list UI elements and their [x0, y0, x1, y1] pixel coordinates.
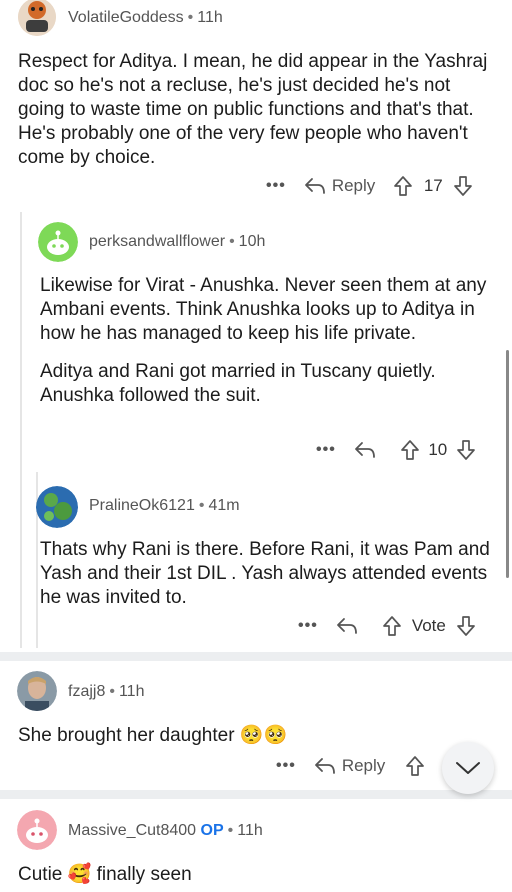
separator-dot: • [187, 9, 194, 26]
reply-button[interactable] [354, 441, 376, 459]
comment-actions: ••• Vote [298, 612, 494, 640]
vote-group: Vote [382, 615, 476, 637]
timestamp: 10h [238, 233, 266, 250]
username[interactable]: VolatileGoddess [68, 9, 184, 26]
username[interactable]: PralineOk6121 [89, 497, 195, 514]
comment-meta: fzajj8 • 11h [68, 683, 144, 701]
separator-dot: • [227, 822, 234, 839]
comment-volatilegoddess: VolatileGoddess • 11h Respect for Aditya. … [0, 0, 512, 210]
reply-button[interactable] [336, 617, 358, 635]
upvote-icon[interactable] [393, 175, 413, 197]
upvote-icon[interactable] [382, 615, 402, 637]
separator-dot: • [198, 497, 205, 514]
avatar[interactable] [38, 222, 78, 262]
comment-actions: ••• 10 [316, 436, 494, 464]
comment-text: She brought her daughter [18, 725, 235, 746]
comment-meta: PralineOk6121 • 41m [89, 497, 240, 515]
smiling-face-with-hearts-emoji: 🥰 [67, 864, 92, 885]
downvote-icon[interactable] [456, 439, 476, 461]
comment-divider [0, 652, 512, 661]
timestamp: 11h [237, 822, 263, 839]
comment-meta: perksandwallflower • 10h [89, 233, 265, 251]
separator-dot: • [229, 233, 235, 250]
vote-group: 17 [393, 175, 473, 197]
downvote-icon[interactable] [453, 175, 473, 197]
vote-count: 10 [428, 440, 448, 459]
reply-label: Reply [331, 176, 376, 195]
comment-meta: Massive_Cut8400 OP • 11h [68, 822, 263, 840]
comment-text: Cutie [18, 864, 63, 885]
downvote-icon[interactable] [456, 615, 476, 637]
reply-button[interactable]: Reply [304, 176, 375, 196]
reply-button[interactable]: Reply [314, 756, 385, 776]
comment-body: Cutie 🥰 finally seen [18, 863, 488, 887]
comment-actions: ••• Reply 17 [266, 172, 491, 200]
next-comment-button[interactable] [442, 742, 494, 794]
comment-paragraph: Aditya and Rani got married in Tuscany q… [40, 361, 436, 406]
separator-dot: • [109, 683, 115, 700]
op-badge: OP [200, 822, 224, 839]
comment-fzajj8: fzajj8 • 11h She brought her daughter 🥺🥺 •… [0, 661, 512, 787]
comment-pralineok6121: PralineOk6121 • 41m Thats why Rani is ther… [0, 472, 512, 648]
comment-perksandwallflower: perksandwallflower • 10h Likewise for Vira… [0, 212, 512, 472]
more-options-icon[interactable]: ••• [276, 757, 296, 775]
upvote-icon[interactable] [405, 755, 425, 777]
avatar[interactable] [18, 0, 56, 36]
comment-text: Thats why Rani is there. Before Rani, it… [40, 539, 490, 608]
reply-icon [336, 618, 357, 634]
timestamp: 11h [118, 683, 145, 700]
reply-label: Reply [341, 756, 386, 775]
username[interactable]: fzajj8 [68, 683, 105, 700]
timestamp: 11h [197, 9, 223, 26]
reply-icon [354, 442, 375, 458]
comment-body: Likewise for Virat - Anushka. Never seen… [40, 274, 495, 418]
username[interactable]: Massive_Cut8400 [68, 822, 196, 839]
username[interactable]: perksandwallflower [89, 233, 225, 250]
more-options-icon[interactable]: ••• [266, 177, 286, 195]
comment-body: She brought her daughter 🥺🥺 [18, 724, 488, 748]
vote-count: 17 [423, 176, 443, 195]
more-options-icon[interactable]: ••• [298, 617, 318, 635]
comment-text: Respect for Aditya. I mean, he did appea… [18, 51, 488, 168]
upvote-icon[interactable] [400, 439, 420, 461]
comment-body: Thats why Rani is there. Before Rani, it… [40, 538, 495, 620]
comment-actions: ••• Reply [276, 752, 443, 780]
comment-paragraph: Likewise for Virat - Anushka. Never seen… [40, 275, 487, 344]
comment-text: finally seen [96, 864, 192, 885]
vote-group: 10 [400, 439, 476, 461]
avatar[interactable] [17, 671, 57, 711]
reply-icon [314, 758, 335, 774]
more-options-icon[interactable]: ••• [316, 441, 336, 459]
comment-divider [0, 790, 512, 799]
vote-group [405, 755, 425, 777]
comment-body: Respect for Aditya. I mean, he did appea… [18, 50, 496, 180]
reply-icon [304, 178, 325, 194]
comment-meta: VolatileGoddess • 11h [68, 9, 223, 27]
chevron-down-icon [456, 762, 480, 774]
avatar[interactable] [17, 810, 57, 850]
scrollbar[interactable] [506, 350, 509, 578]
comment-massive-cut8400: Massive_Cut8400 OP • 11h Cutie 🥰 finally s… [0, 799, 512, 892]
pleading-face-emoji: 🥺🥺 [239, 725, 288, 746]
avatar[interactable] [36, 486, 78, 528]
timestamp: 41m [208, 497, 240, 514]
vote-label: Vote [411, 616, 446, 635]
